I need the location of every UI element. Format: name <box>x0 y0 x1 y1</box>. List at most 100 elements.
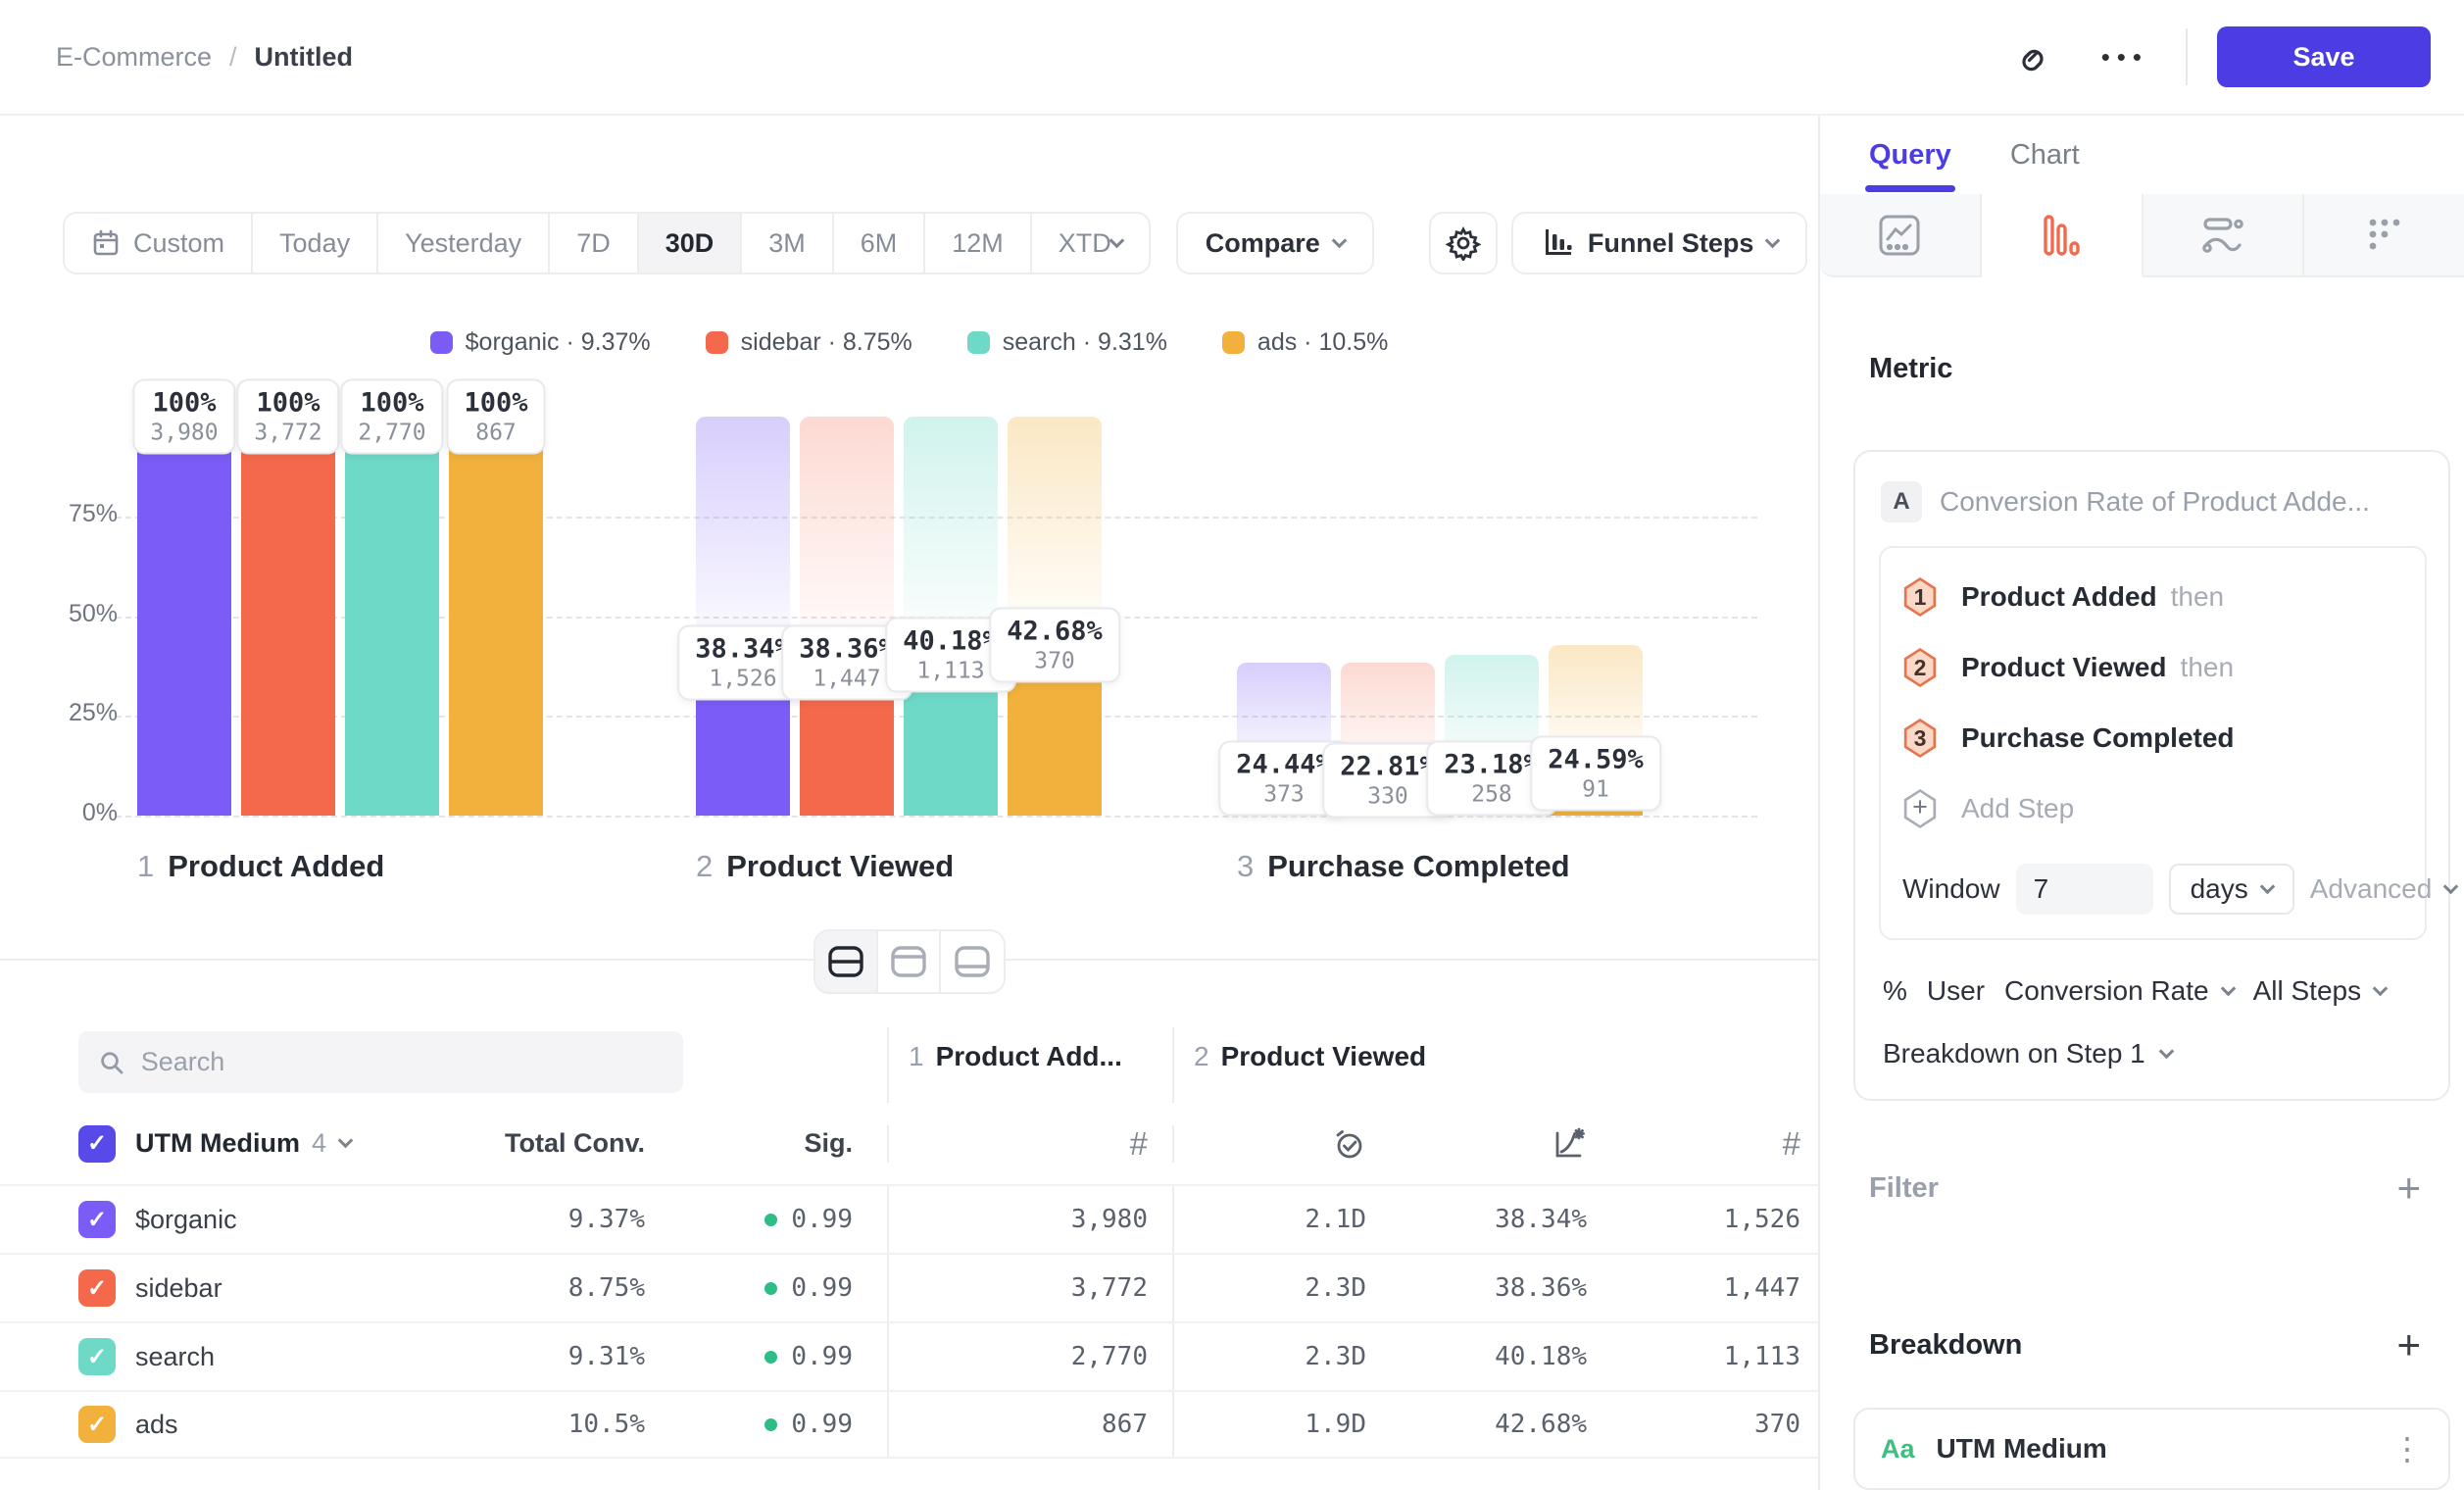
bar-count: 370 <box>1007 649 1103 674</box>
bar-percent: 24.59% <box>1548 745 1644 775</box>
tab-insights[interactable] <box>1820 194 1982 277</box>
add-step-label: Add Step <box>1961 793 2074 824</box>
breakdown-item[interactable]: Aa UTM Medium ⋮ <box>1853 1408 2450 1490</box>
row-checkbox[interactable]: ✓ <box>78 1201 116 1238</box>
layout-split-button[interactable] <box>815 931 878 992</box>
search-input[interactable] <box>141 1047 664 1077</box>
bar-value-label: 42.68%370 <box>989 608 1120 683</box>
step2-count-header[interactable]: # <box>1587 1125 1800 1163</box>
tab-chart[interactable]: Chart <box>2010 116 2080 194</box>
add-breakdown-button[interactable]: + <box>2396 1321 2421 1368</box>
row-total-conv: 9.37% <box>470 1205 645 1234</box>
save-button[interactable]: Save <box>2217 26 2431 87</box>
advanced-label: Advanced <box>2310 873 2433 905</box>
funnel-bar[interactable] <box>449 417 543 816</box>
funnel-bar[interactable] <box>241 417 335 816</box>
actor-label[interactable]: User <box>1927 975 1985 1007</box>
row-checkbox[interactable]: ✓ <box>78 1269 116 1307</box>
table-row[interactable]: ✓ads10.5%0.998671.9D42.68%370 <box>0 1390 1818 1459</box>
window-value-input[interactable] <box>2016 864 2153 915</box>
metric-step[interactable]: 2Product Viewedthen <box>1902 632 2403 703</box>
row-label: ads <box>135 1410 178 1440</box>
avg-time-header[interactable] <box>1174 1125 1366 1163</box>
significance-header[interactable]: Sig. <box>645 1128 853 1159</box>
funnel-bar[interactable] <box>345 417 439 816</box>
table-row[interactable]: ✓sidebar8.75%0.993,7722.3D38.36%1,447 <box>0 1253 1818 1321</box>
chevron-down-icon <box>2220 980 2236 996</box>
bar-count: 91 <box>1548 777 1644 803</box>
metric-title-row[interactable]: A Conversion Rate of Product Adde... <box>1879 475 2427 546</box>
advanced-toggle[interactable]: Advanced <box>2310 873 2457 905</box>
conversion-window-row: Window days Advanced <box>1902 864 2403 915</box>
tab-query[interactable]: Query <box>1869 116 1951 194</box>
metric-step[interactable]: 3Purchase Completed <box>1902 703 2403 773</box>
metric-step-name: Purchase Completed <box>1961 722 2235 754</box>
row-step2-count: 370 <box>1587 1392 1800 1457</box>
row-label: search <box>135 1342 215 1372</box>
group-name: UTM Medium <box>135 1128 300 1159</box>
row-name-cell: ✓ ads <box>0 1406 470 1443</box>
select-all-checkbox[interactable]: ✓ <box>78 1125 116 1163</box>
tab-flows[interactable] <box>2144 194 2305 277</box>
kebab-menu-icon[interactable]: ⋮ <box>2391 1433 2423 1465</box>
bar-percent: 24.44% <box>1236 749 1332 779</box>
search-box[interactable] <box>78 1031 683 1093</box>
row-step2-cells: 2.1D38.34%1,526 <box>1172 1186 1818 1253</box>
row-step2-rate: 38.34% <box>1366 1186 1587 1253</box>
row-checkbox[interactable]: ✓ <box>78 1338 116 1375</box>
table-row[interactable]: ✓$organic9.37%0.993,9802.1D38.34%1,526 <box>0 1184 1818 1253</box>
search-icon <box>98 1048 125 1077</box>
hash-icon: # <box>1783 1125 1800 1163</box>
bar-count: 1,113 <box>903 659 999 684</box>
string-type-icon: Aa <box>1881 1434 1915 1465</box>
split-view-icon <box>826 944 865 979</box>
top-bar: E-Commerce / Untitled ••• Save <box>0 0 2464 116</box>
row-checkbox[interactable]: ✓ <box>78 1406 116 1443</box>
tab-funnels[interactable] <box>1982 194 2144 277</box>
y-axis-tick: 75% <box>29 500 118 528</box>
window-unit-label: days <box>2191 873 2248 905</box>
row-step2-count: 1,526 <box>1587 1186 1800 1253</box>
metric-title: Conversion Rate of Product Adde... <box>1940 486 2370 518</box>
step-name: Product Add... <box>936 1041 1122 1072</box>
step-suffix: then <box>2181 652 2235 683</box>
bar-percent: 100% <box>358 388 425 419</box>
table-body: ✓$organic9.37%0.993,9802.1D38.34%1,526✓s… <box>0 1184 1818 1459</box>
step1-count-header[interactable]: # <box>887 1125 1172 1163</box>
bar-percent: 23.18% <box>1444 750 1540 780</box>
steps-scope-select[interactable]: All Steps <box>2253 975 2387 1007</box>
breadcrumb-parent[interactable]: E-Commerce <box>56 42 212 73</box>
layout-chart-only-button[interactable] <box>878 931 941 992</box>
window-unit-select[interactable]: days <box>2169 864 2294 915</box>
bar-value-label: 100%2,770 <box>340 379 443 455</box>
table-row[interactable]: ✓search9.31%0.992,7702.3D40.18%1,113 <box>0 1321 1818 1390</box>
step-badge-number: 1 <box>1914 584 1927 611</box>
funnels-icon <box>2039 213 2084 258</box>
metric-step[interactable]: 1Product Addedthen <box>1902 562 2403 632</box>
y-axis-tick: 25% <box>29 699 118 727</box>
metric-step-name: Product Viewed <box>1961 652 2167 683</box>
layout-table-only-button[interactable] <box>941 931 1004 992</box>
breakdown-on-select[interactable]: Breakdown on Step 1 <box>1879 1038 2427 1069</box>
significance-dot <box>764 1418 777 1431</box>
conv-rate-header[interactable] <box>1366 1125 1587 1163</box>
row-total-conv: 8.75% <box>470 1273 645 1303</box>
step-name: Product Added <box>168 849 384 883</box>
add-filter-button[interactable]: + <box>2396 1165 2421 1212</box>
total-conv-header[interactable]: Total Conv. <box>470 1128 645 1159</box>
breadcrumb-current[interactable]: Untitled <box>255 42 354 73</box>
row-step2-duration: 2.3D <box>1174 1323 1366 1390</box>
row-name-cell: ✓$organic <box>0 1201 470 1238</box>
tab-retention[interactable] <box>2304 194 2464 277</box>
measurement-row: % User Conversion Rate All Steps <box>1879 975 2427 1007</box>
row-step2-cells: 1.9D42.68%370 <box>1172 1392 1818 1457</box>
funnel-bar[interactable] <box>137 417 231 816</box>
add-step-button[interactable]: + Add Step <box>1902 773 2403 844</box>
chevron-down-icon[interactable] <box>338 1133 354 1149</box>
chevron-down-icon <box>2373 980 2389 996</box>
significance-value: 0.99 <box>791 1342 853 1371</box>
more-options-icon[interactable]: ••• <box>2101 42 2148 73</box>
share-link-icon[interactable] <box>2015 39 2050 74</box>
metric-card: A Conversion Rate of Product Adde... 1Pr… <box>1853 450 2450 1101</box>
measure-select[interactable]: Conversion Rate <box>2004 975 2234 1007</box>
